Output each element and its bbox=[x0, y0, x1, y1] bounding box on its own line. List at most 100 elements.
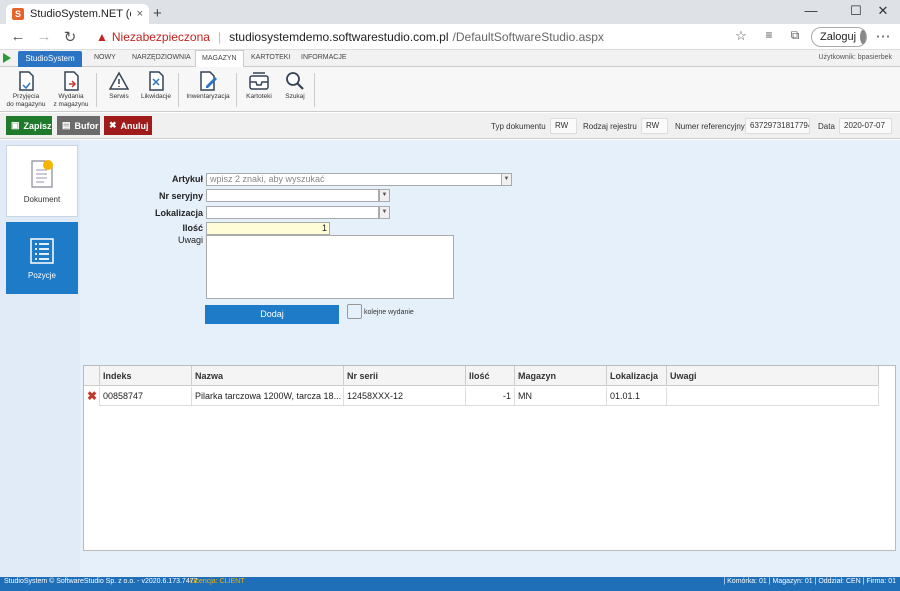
delete-row-icon[interactable]: ✖ bbox=[87, 390, 97, 402]
ribbon-likwidacje[interactable]: Likwidacje bbox=[138, 71, 174, 101]
ribbon-inwentaryzacja[interactable]: Inwentaryzacja bbox=[184, 71, 232, 101]
favicon-icon: S bbox=[12, 8, 24, 20]
tab-magazyn[interactable]: MAGAZYN bbox=[195, 50, 244, 68]
status-license: Licencja: CLIENT bbox=[190, 578, 245, 585]
collections-icon[interactable]: ⧉ bbox=[785, 28, 805, 43]
ribbon-kartoteki-label: Kartoteki bbox=[246, 93, 272, 100]
warning-icon: ▲ bbox=[96, 30, 108, 44]
nr-seryjny-label: Nr seryjny bbox=[158, 191, 203, 201]
col-lokalizacja[interactable]: Lokalizacja bbox=[606, 366, 666, 386]
inbox-icon bbox=[249, 72, 269, 90]
col-indeks[interactable]: Indeks bbox=[99, 366, 191, 386]
ribbon-kartoteki[interactable]: Kartoteki bbox=[242, 71, 276, 101]
close-tab-icon[interactable]: × bbox=[137, 8, 143, 20]
nav-dokument[interactable]: Dokument bbox=[6, 145, 78, 217]
ribbon-szukaj-label: Szukaj bbox=[285, 93, 305, 100]
save-button[interactable]: ▣ Zapisz bbox=[6, 116, 52, 135]
ribbon-przyjecia-label: Przyjęcia do magazynu bbox=[6, 93, 46, 108]
artykul-input[interactable]: wpisz 2 znaki, aby wyszukać bbox=[206, 173, 502, 186]
dodaj-button[interactable]: Dodaj bbox=[205, 305, 339, 324]
document-icon bbox=[31, 159, 53, 188]
ribbon-wydania[interactable]: Wydania z magazynu bbox=[50, 71, 92, 109]
cancel-button[interactable]: ✖ Anuluj bbox=[104, 116, 152, 135]
user-label: Użytkownik: bpasierbek bbox=[818, 54, 892, 61]
ribbon-divider bbox=[236, 73, 237, 107]
ilosc-input[interactable]: 1 bbox=[206, 222, 330, 235]
cell-nazwa: Pilarka tarczowa 1200W, tarcza 18... bbox=[191, 387, 343, 406]
browser-tab[interactable]: S StudioSystem.NET (c) SoftwareStu × bbox=[6, 4, 149, 24]
search-icon bbox=[286, 72, 304, 90]
ribbon-serwis[interactable]: Serwis bbox=[102, 71, 136, 101]
reload-icon[interactable]: ↻ bbox=[60, 28, 80, 46]
cell-ilosc: -1 bbox=[465, 387, 514, 406]
back-icon[interactable]: ← bbox=[8, 28, 28, 45]
save-label: Zapisz bbox=[23, 120, 52, 131]
numer-referencyjny-value: 637297318177945 bbox=[745, 118, 810, 134]
tab-kartoteki[interactable]: KARTOTEKI bbox=[245, 54, 296, 61]
url-host: studiosystemdemo.softwarestudio.com.pl bbox=[229, 30, 449, 44]
uwagi-label: Uwagi bbox=[177, 235, 203, 245]
buffer-label: Bufor bbox=[74, 120, 99, 131]
ribbon-szukaj[interactable]: Szukaj bbox=[280, 71, 310, 101]
avatar-icon bbox=[860, 30, 866, 44]
forward-icon[interactable]: → bbox=[34, 28, 54, 45]
uwagi-textarea[interactable] bbox=[206, 235, 454, 299]
ilosc-label: Ilość bbox=[182, 223, 203, 233]
nr-seryjny-dropdown-icon[interactable]: ▼ bbox=[379, 189, 390, 202]
buffer-button[interactable]: ▤ Bufor bbox=[57, 116, 100, 135]
ribbon-divider bbox=[314, 73, 315, 107]
lokalizacja-label: Lokalizacja bbox=[154, 208, 203, 218]
save-icon: ▣ bbox=[11, 120, 20, 130]
ribbon-wydania-label: Wydania z magazynu bbox=[53, 93, 89, 108]
kolejne-wydanie-checkbox[interactable] bbox=[347, 304, 362, 319]
star-icon[interactable]: ☆ bbox=[731, 28, 751, 44]
document-in-icon bbox=[19, 71, 34, 91]
cell-lokalizacja: 01.01.1 bbox=[606, 387, 666, 406]
new-tab-button[interactable]: + bbox=[153, 5, 162, 22]
more-menu-icon[interactable]: ⋯ bbox=[873, 27, 893, 45]
kolejne-wydanie-label: kolejne wydanie bbox=[364, 309, 414, 316]
lokalizacja-input[interactable] bbox=[206, 206, 379, 219]
lokalizacja-dropdown-icon[interactable]: ▼ bbox=[379, 206, 390, 219]
col-nazwa[interactable]: Nazwa bbox=[191, 366, 343, 386]
col-magazyn[interactable]: Magazyn bbox=[514, 366, 606, 386]
ribbon-likwidacje-label: Likwidacje bbox=[141, 93, 171, 100]
minimize-icon[interactable]: — bbox=[796, 3, 826, 18]
status-context: | Komórka: 01 | Magazyn: 01 | Oddział: C… bbox=[723, 578, 896, 585]
artykul-dropdown-icon[interactable]: ▼ bbox=[501, 173, 512, 186]
typ-dokumentu-value: RW bbox=[550, 118, 577, 134]
url-field[interactable]: ▲ Niezabezpieczona | studiosystemdemo.so… bbox=[96, 26, 751, 48]
col-ilosc[interactable]: Ilość bbox=[465, 366, 514, 386]
close-window-icon[interactable]: ✕ bbox=[868, 3, 898, 19]
security-label[interactable]: Niezabezpieczona bbox=[112, 30, 210, 44]
ribbon-inwentaryzacja-label: Inwentaryzacja bbox=[186, 93, 230, 100]
typ-dokumentu-label: Typ dokumentu bbox=[491, 122, 546, 131]
list-icon bbox=[30, 237, 54, 264]
login-button[interactable]: Zaloguj bbox=[811, 27, 867, 47]
ribbon-przyjecia[interactable]: Przyjęcia do magazynu bbox=[5, 71, 47, 109]
status-copyright: StudioSystem © SoftwareStudio Sp. z o.o.… bbox=[4, 578, 198, 585]
brand-tab[interactable]: StudioSystem bbox=[18, 51, 82, 67]
data-value: 2020-07-07 bbox=[839, 118, 892, 134]
document-out-icon bbox=[64, 71, 79, 91]
nav-pozycje[interactable]: Pozycje bbox=[6, 222, 78, 294]
play-icon[interactable] bbox=[3, 53, 11, 63]
cell-nr-serii: 12458XXX-12 bbox=[343, 387, 465, 406]
col-nr-serii[interactable]: Nr serii bbox=[343, 366, 465, 386]
tab-informacje[interactable]: INFORMACJE bbox=[295, 54, 353, 61]
favorites-icon[interactable]: ≡ bbox=[759, 28, 779, 42]
ribbon-divider bbox=[96, 73, 97, 107]
tab-narzedziownia[interactable]: NARZĘDZIOWNIA bbox=[126, 54, 197, 61]
col-uwagi[interactable]: Uwagi bbox=[666, 366, 879, 386]
rodzaj-rejestru-value: RW bbox=[641, 118, 668, 134]
positions-table: Indeks Nazwa Nr serii Ilość Magazyn Loka… bbox=[83, 365, 896, 551]
maximize-icon[interactable]: ☐ bbox=[841, 3, 871, 19]
nr-seryjny-input[interactable] bbox=[206, 189, 379, 202]
tab-nowy[interactable]: NOWY bbox=[88, 54, 122, 61]
warning-icon bbox=[109, 71, 129, 90]
edit-doc-icon bbox=[200, 71, 217, 91]
cancel-icon: ✖ bbox=[109, 120, 117, 130]
cell-magazyn: MN bbox=[514, 387, 606, 406]
cell-uwagi bbox=[666, 387, 879, 406]
tab-title: StudioSystem.NET (c) SoftwareStu bbox=[30, 8, 131, 20]
